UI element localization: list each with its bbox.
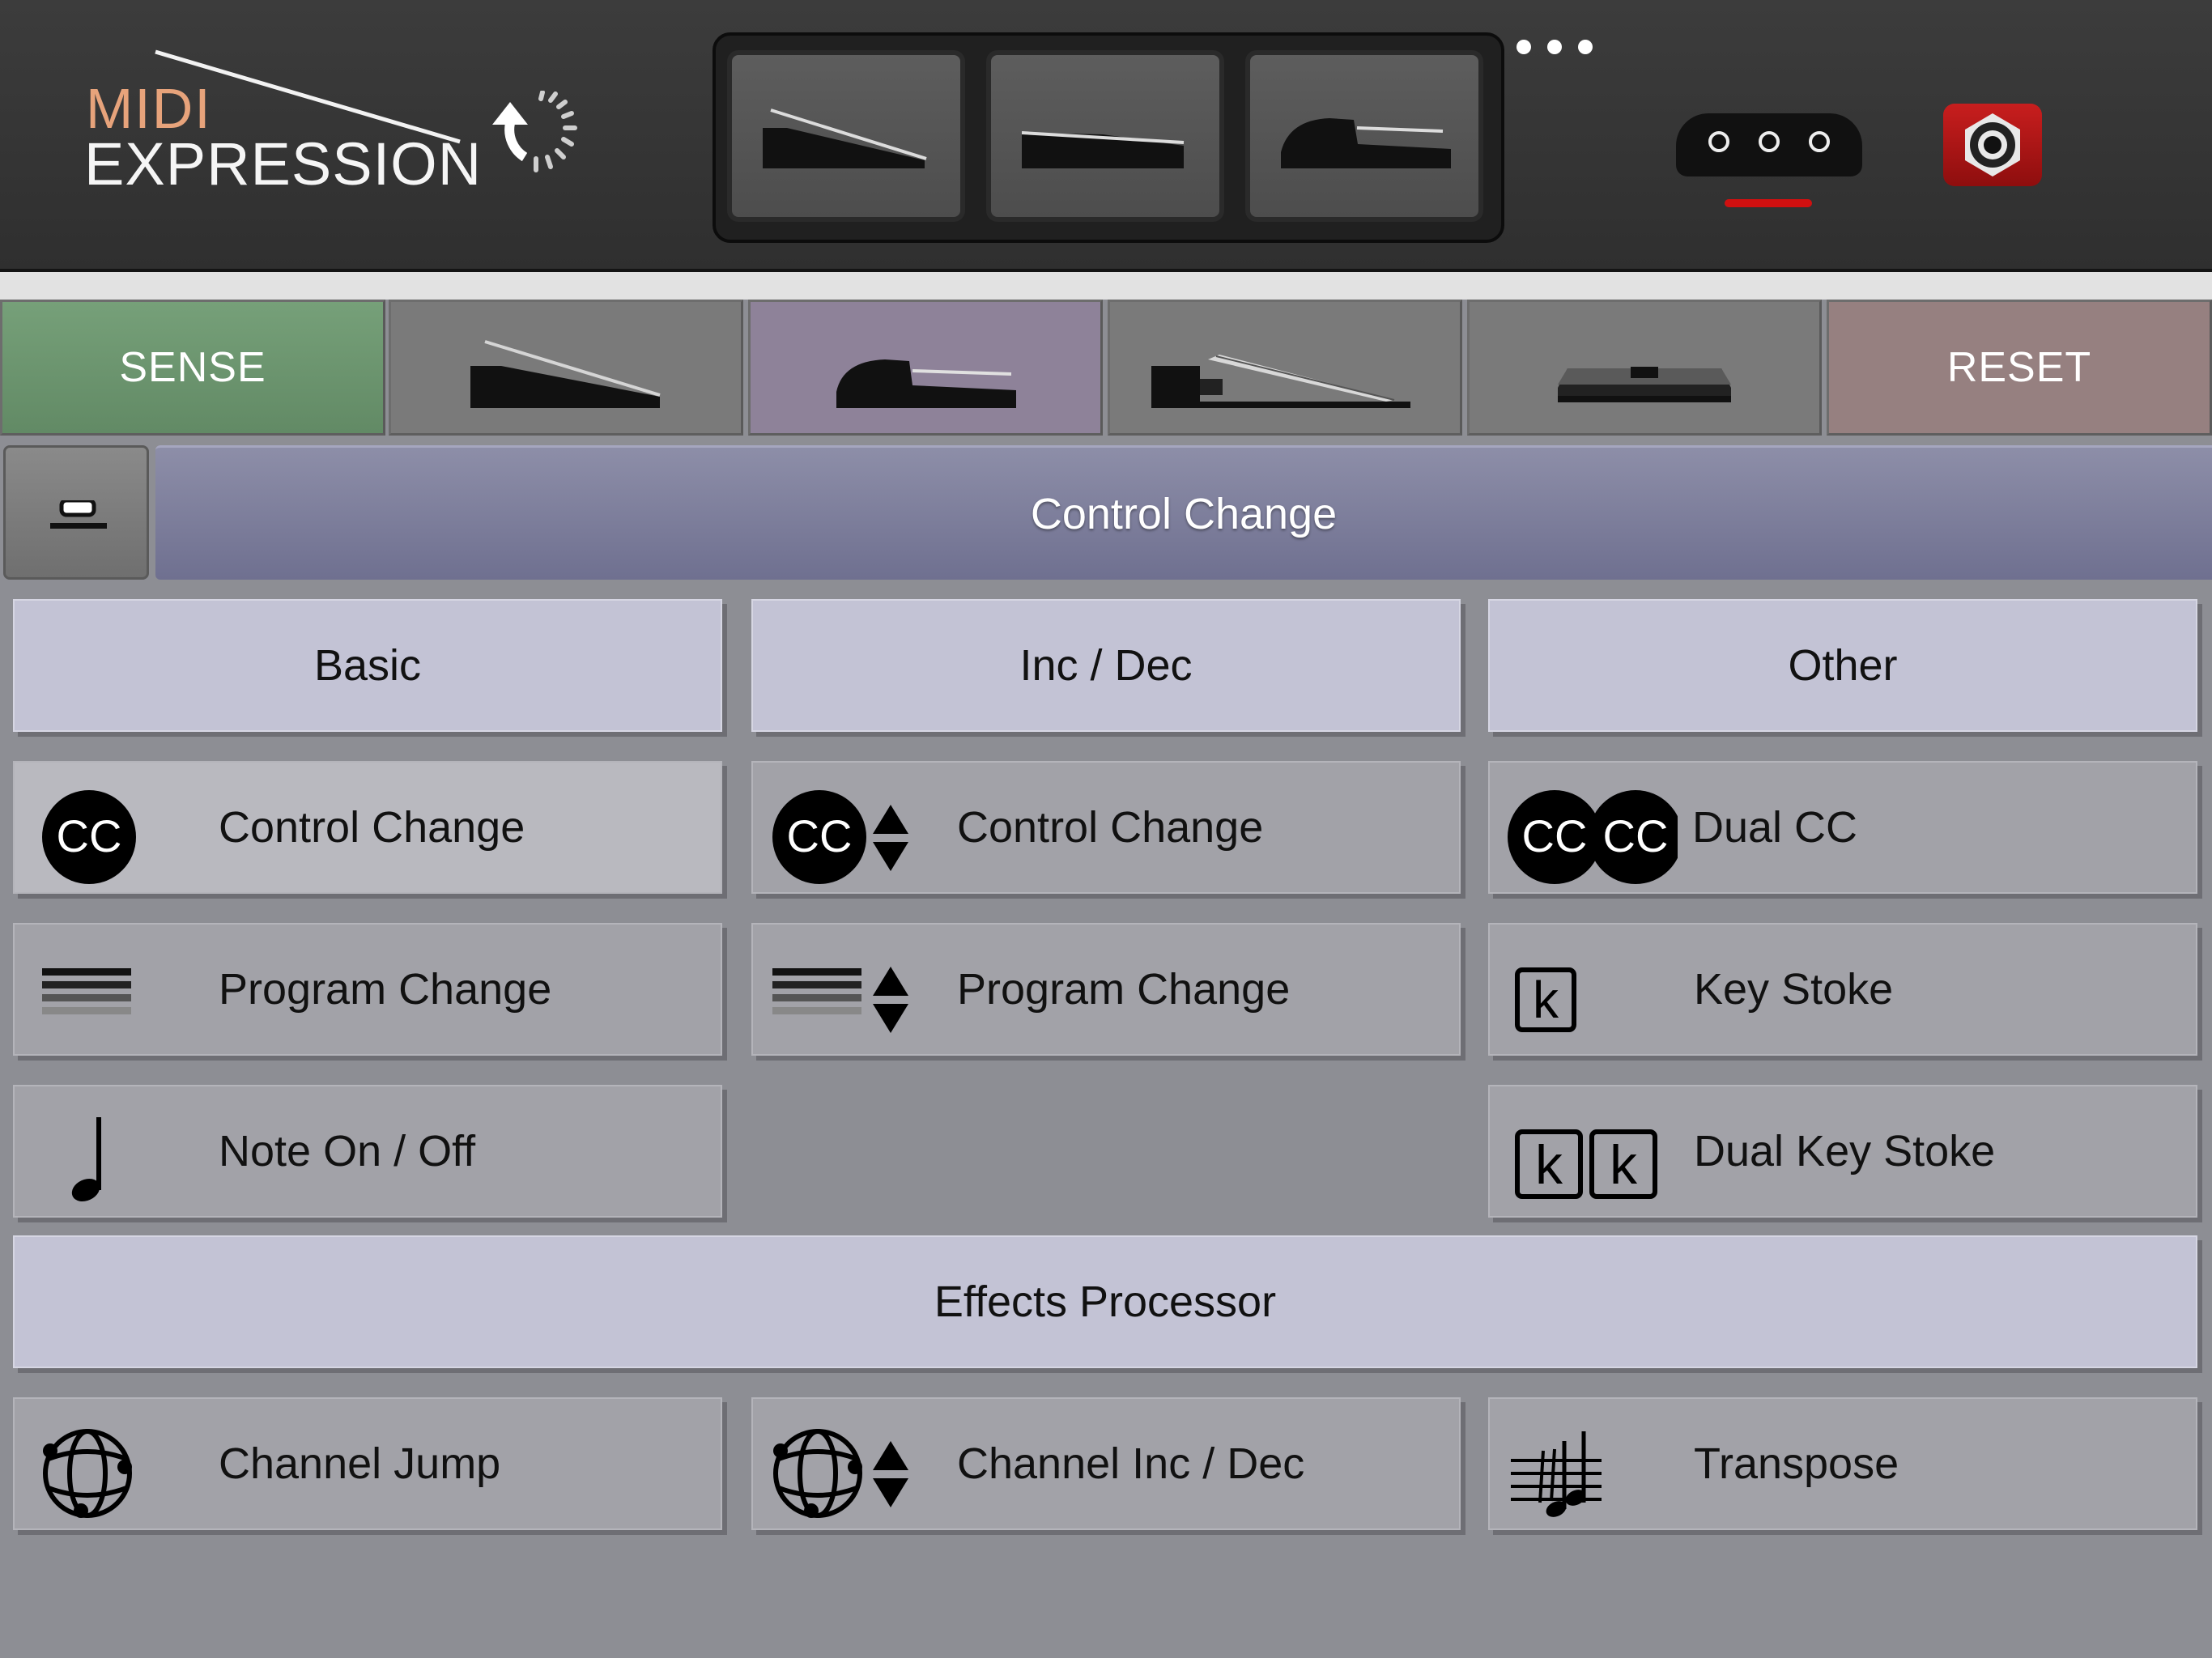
category-effects-processor: Effects Processor [13, 1235, 2197, 1368]
sense-label: SENSE [119, 344, 266, 391]
cc-icon: CC [42, 790, 136, 884]
sense-button[interactable]: SENSE [0, 300, 385, 436]
page-title: Control Change [155, 445, 2212, 580]
small-pedal-icon [50, 500, 107, 529]
header-bar: MIDI EXPRESSION [0, 0, 2212, 272]
channel-jump-label: Channel Jump [219, 1439, 501, 1488]
tab-piano-pedal[interactable] [1108, 300, 1462, 436]
svg-text:CC: CC [1603, 810, 1669, 861]
inc-program-change-label: Program Change [957, 965, 1291, 1014]
channel-jump-button[interactable]: Channel Jump [13, 1397, 722, 1530]
dual-key-icon: k k [1515, 1129, 1657, 1199]
more-dots-icon[interactable] [1514, 37, 1595, 57]
pedal-slot-3[interactable] [1245, 50, 1483, 222]
note-on-off-label: Note On / Off [219, 1127, 476, 1175]
svg-text:CC: CC [787, 810, 853, 861]
midi-port-icon[interactable] [1676, 113, 1862, 176]
channel-inc-dec-label: Channel Inc / Dec [957, 1439, 1305, 1488]
loop-arrow-icon [492, 91, 577, 172]
svg-text:k: k [1533, 971, 1559, 1029]
svg-text:CC: CC [57, 810, 122, 861]
channel-inc-dec-button[interactable]: Channel Inc / Dec [751, 1397, 1461, 1530]
inc-control-change-label: Control Change [957, 803, 1264, 852]
dual-cc-label: Dual CC [1692, 803, 1858, 852]
audio-jack-icon [1965, 113, 2020, 176]
separator-strip [0, 272, 2212, 300]
port-hole-1 [1708, 131, 1729, 152]
sustain-pedal-icon [836, 359, 1016, 408]
reset-button[interactable]: RESET [1827, 300, 2212, 436]
flat-expression-pedal-icon [1022, 131, 1185, 168]
tab-sustain-pedal[interactable] [748, 300, 1103, 436]
category-basic: Basic [13, 599, 722, 732]
key-stoke-label: Key Stoke [1694, 965, 1894, 1014]
category-other: Other [1488, 599, 2197, 732]
pedal-slot-2[interactable] [986, 50, 1224, 222]
pedal-slot-1[interactable] [727, 50, 965, 222]
basic-program-change-label: Program Change [219, 965, 552, 1014]
pedal-selector-group [713, 32, 1504, 243]
dual-cc-icon: CC CC [1508, 790, 1678, 884]
music-note-icon [71, 1117, 101, 1202]
program-updown-icon [772, 967, 908, 1033]
sustain-pedal-icon [1281, 118, 1451, 168]
dual-key-stoke-button[interactable]: k k Dual Key Stoke [1488, 1085, 2197, 1218]
piano-pedal-icon [1151, 355, 1410, 408]
footswitch-icon [1558, 367, 1731, 402]
expression-pedal-icon [763, 108, 927, 168]
svg-text:k: k [1610, 1134, 1638, 1196]
key-stoke-button[interactable]: k Key Stoke [1488, 923, 2197, 1056]
logo-expression-text: EXPRESSION [84, 130, 483, 198]
category-inc-dec: Inc / Dec [751, 599, 1461, 732]
transpose-icon [1511, 1431, 1602, 1517]
program-list-icon [42, 968, 131, 1014]
reset-label: RESET [1946, 344, 2092, 391]
pedal-mode-button[interactable] [3, 445, 149, 580]
port-hole-2 [1759, 131, 1780, 152]
cc-updown-icon: CC [772, 790, 908, 884]
dual-cc-button[interactable]: CC CC Dual CC [1488, 761, 2197, 894]
svg-text:k: k [1535, 1134, 1563, 1196]
basic-control-change-label: Control Change [219, 803, 525, 852]
dual-key-stoke-label: Dual Key Stoke [1694, 1127, 1996, 1175]
transpose-label: Transpose [1694, 1439, 1899, 1488]
channel-globe-icon [43, 1429, 132, 1518]
note-on-off-button[interactable]: Note On / Off [13, 1085, 722, 1218]
app-logo: MIDI EXPRESSION [81, 49, 481, 202]
channel-globe-updown-icon [773, 1429, 908, 1518]
inc-control-change-button[interactable]: CC Control Change [751, 761, 1461, 894]
tab-footswitch[interactable] [1467, 300, 1822, 436]
inc-program-change-button[interactable]: Program Change [751, 923, 1461, 1056]
port-hole-3 [1809, 131, 1830, 152]
transpose-button[interactable]: Transpose [1488, 1397, 2197, 1530]
tab-expression-pedal[interactable] [389, 300, 743, 436]
basic-control-change-button[interactable]: CC Control Change [13, 761, 722, 894]
midi-status-led [1725, 199, 1812, 207]
audio-jack-button[interactable] [1943, 104, 2042, 186]
basic-program-change-button[interactable]: Program Change [13, 923, 722, 1056]
key-icon: k [1515, 967, 1576, 1032]
expression-pedal-icon [470, 340, 661, 408]
svg-text:CC: CC [1522, 810, 1588, 861]
